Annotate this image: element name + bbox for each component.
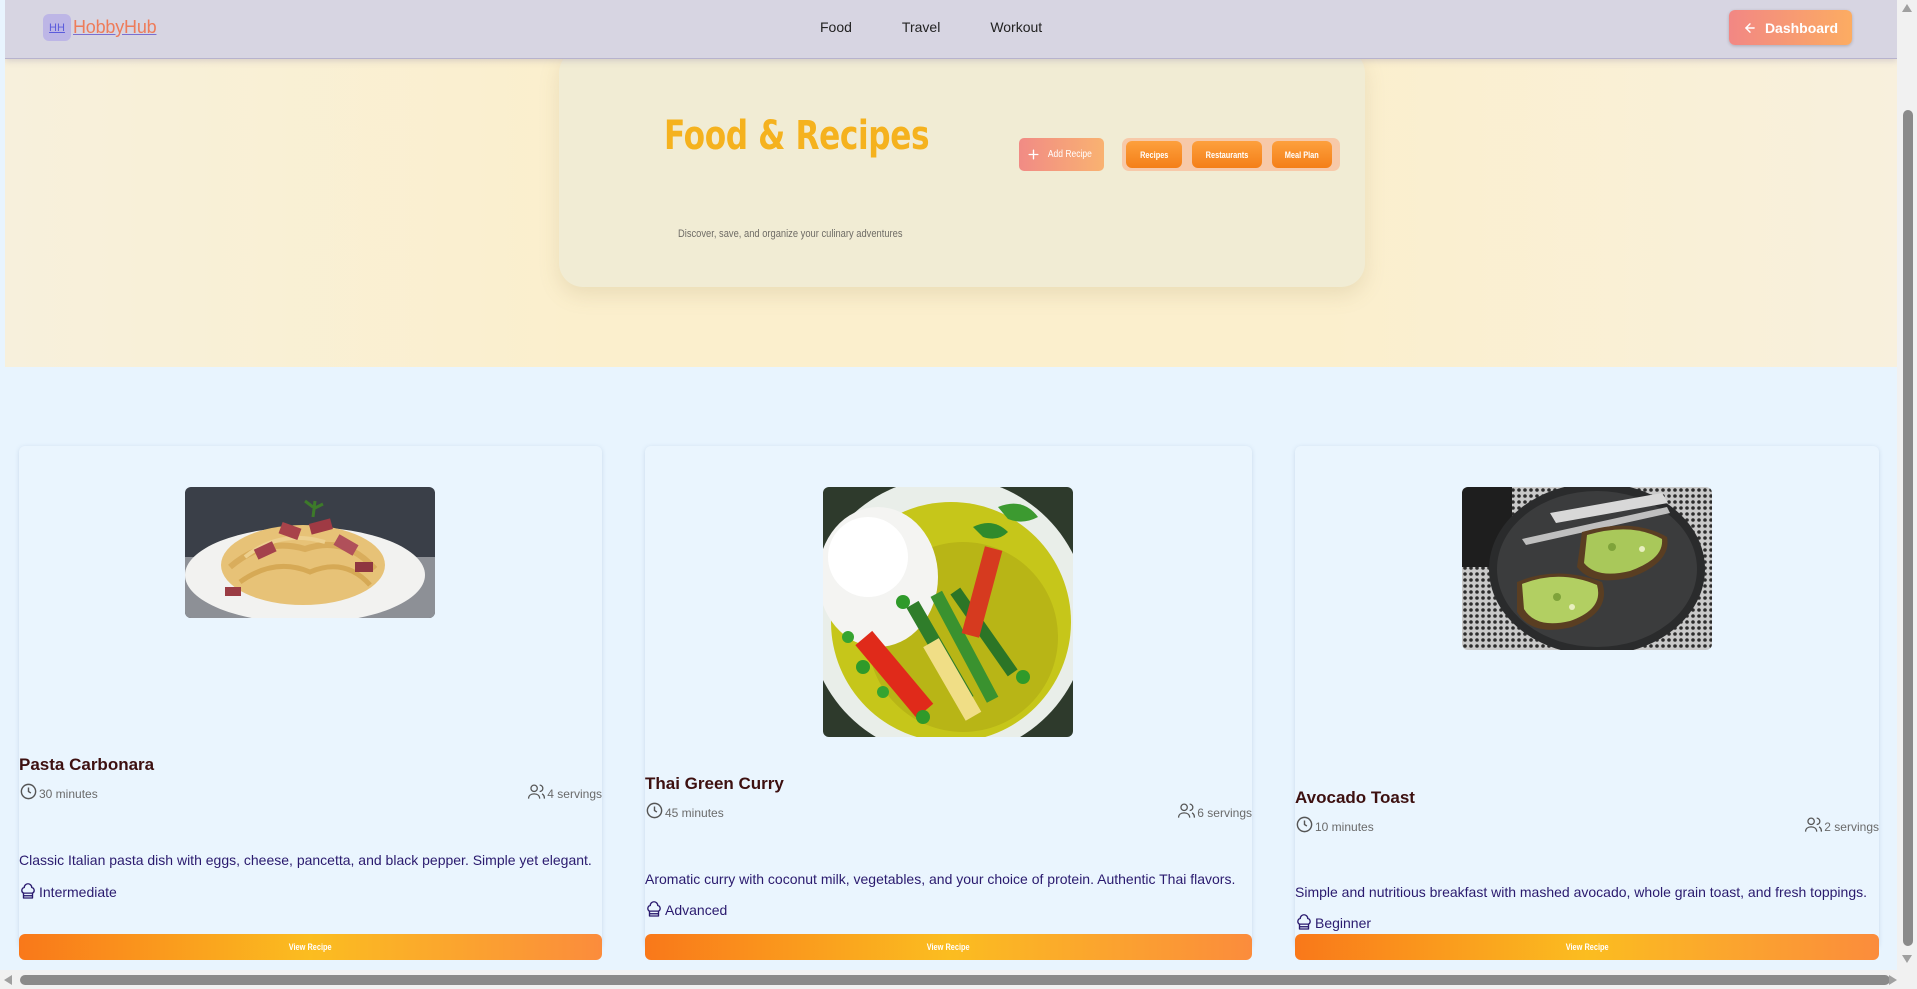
scroll-up-icon[interactable]	[1902, 4, 1912, 12]
tab-recipes-label: Recipes	[1139, 149, 1169, 160]
recipe-time: 45 minutes	[645, 801, 724, 820]
horizontal-scroll-thumb[interactable]	[20, 975, 1890, 985]
toast-image	[1462, 487, 1712, 650]
arrow-left-icon	[1745, 22, 1755, 33]
recipe-title[interactable]: Avocado Toast	[1295, 788, 1415, 808]
recipe-level: Beginner	[1295, 914, 1371, 932]
add-recipe-button[interactable]: Add Recipe	[1019, 138, 1104, 171]
nav-link-travel[interactable]: Travel	[902, 19, 940, 35]
dashboard-button[interactable]: Dashboard	[1729, 10, 1852, 45]
hero-section: Food & Recipes Discover, save, and organ…	[5, 49, 1897, 367]
recipe-servings: 2 servings	[1804, 815, 1879, 834]
view-recipe-label: View Recipe	[289, 942, 332, 952]
users-icon	[528, 784, 546, 799]
recipe-description: Classic Italian pasta dish with eggs, ch…	[19, 852, 592, 868]
servings-label: 4 servings	[547, 787, 602, 801]
chef-hat-icon	[21, 883, 35, 899]
tab-meal-plan-label: Meal Plan	[1284, 149, 1320, 160]
view-recipe-button[interactable]: View Recipe	[1295, 934, 1879, 960]
page: HH HobbyHub Food Travel Workout Dashboar…	[5, 0, 1897, 970]
servings-label: 6 servings	[1197, 806, 1252, 820]
recipe-time: 10 minutes	[1295, 815, 1374, 834]
view-recipe-button[interactable]: View Recipe	[19, 934, 602, 960]
recipe-card: Pasta Carbonara 30 minutes 4 servings Cl…	[19, 446, 602, 960]
pasta-image	[185, 487, 435, 618]
tab-recipes[interactable]: Recipes	[1126, 141, 1182, 168]
plus-icon	[1028, 149, 1039, 160]
recipe-description: Simple and nutritious breakfast with mas…	[1295, 884, 1867, 900]
vertical-scroll-thumb[interactable]	[1903, 110, 1913, 946]
clock-icon	[20, 783, 37, 800]
recipe-level: Advanced	[645, 901, 727, 919]
time-label: 10 minutes	[1315, 820, 1374, 834]
dashboard-label: Dashboard	[1764, 19, 1839, 36]
recipe-level: Intermediate	[19, 883, 117, 901]
view-recipe-label: View Recipe	[1565, 942, 1609, 952]
chef-hat-icon	[647, 901, 661, 917]
nav-link-food[interactable]: Food	[820, 19, 852, 35]
scroll-left-icon[interactable]	[4, 975, 12, 985]
nav-links: Food Travel Workout	[820, 19, 1092, 35]
recipe-servings: 6 servings	[1177, 801, 1252, 820]
tab-restaurants-label: Restaurants	[1205, 149, 1249, 160]
time-label: 45 minutes	[665, 806, 724, 820]
recipe-time: 30 minutes	[19, 782, 98, 801]
curry-image	[823, 487, 1073, 737]
level-label: Intermediate	[39, 884, 117, 900]
chef-hat-icon	[1297, 914, 1311, 930]
view-recipe-label: View Recipe	[927, 942, 970, 952]
hero-card: Food & Recipes Discover, save, and organ…	[559, 49, 1365, 287]
tab-group: Recipes Restaurants Meal Plan	[1122, 138, 1340, 171]
logo-badge[interactable]: HH	[43, 14, 71, 41]
recipe-card: Thai Green Curry 45 minutes 6 servings A…	[645, 446, 1252, 960]
view-recipe-button[interactable]: View Recipe	[645, 934, 1252, 960]
clock-icon	[646, 802, 663, 819]
time-label: 30 minutes	[39, 787, 98, 801]
nav-link-workout[interactable]: Workout	[990, 19, 1042, 35]
scroll-right-icon[interactable]	[1889, 975, 1897, 985]
recipe-card: Avocado Toast 10 minutes 2 servings Simp…	[1295, 446, 1879, 960]
clock-icon	[1296, 816, 1313, 833]
logo[interactable]: HH HobbyHub	[43, 14, 157, 41]
recipe-servings: 4 servings	[527, 782, 602, 801]
users-icon	[1178, 803, 1196, 818]
add-recipe-label: Add Recipe	[1048, 149, 1092, 160]
scroll-down-icon[interactable]	[1902, 955, 1912, 963]
page-subtitle: Discover, save, and organize your culina…	[678, 228, 903, 240]
recipe-description: Aromatic curry with coconut milk, vegeta…	[645, 871, 1236, 887]
level-label: Advanced	[665, 902, 728, 918]
logo-text[interactable]: HobbyHub	[73, 17, 157, 38]
vertical-scrollbar[interactable]	[1897, 0, 1917, 970]
recipe-title[interactable]: Pasta Carbonara	[19, 755, 154, 775]
users-icon	[1805, 817, 1823, 832]
tab-restaurants[interactable]: Restaurants	[1192, 141, 1262, 168]
tab-meal-plan[interactable]: Meal Plan	[1272, 141, 1332, 168]
page-title: Food & Recipes	[664, 113, 930, 159]
level-label: Beginner	[1315, 915, 1372, 931]
navbar: HH HobbyHub Food Travel Workout Dashboar…	[5, 0, 1897, 59]
servings-label: 2 servings	[1824, 820, 1879, 834]
recipe-title[interactable]: Thai Green Curry	[645, 774, 784, 794]
horizontal-scrollbar[interactable]	[0, 970, 1917, 989]
